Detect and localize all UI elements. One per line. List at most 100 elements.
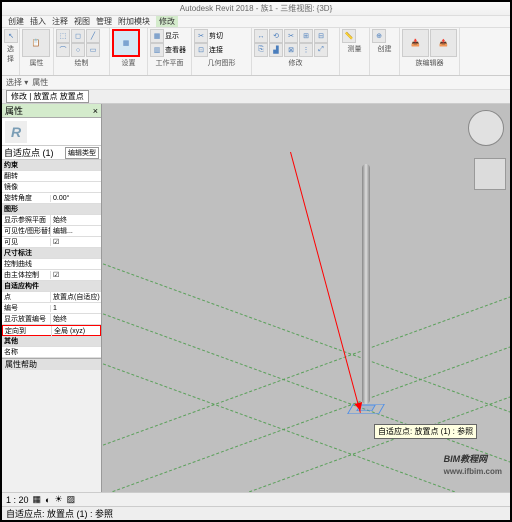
group-header[interactable]: 其他 <box>2 336 101 347</box>
array-icon[interactable]: ⋮ <box>299 43 313 57</box>
show-icon[interactable]: ▦ <box>150 29 164 43</box>
prop-name: 由主体控制 <box>2 270 50 280</box>
property-row[interactable]: 镜像 <box>2 182 101 193</box>
title-bar: Autodesk Revit 2018 - 族1 - 三维视图: {3D} <box>2 2 510 16</box>
property-help[interactable]: 属性帮助 <box>2 358 101 370</box>
properties-header: 属性× <box>2 104 101 118</box>
select-dropdown[interactable]: 选择 ▾ <box>6 77 28 88</box>
scale-display[interactable]: 1 : 20 <box>6 495 29 505</box>
close-icon[interactable]: × <box>93 106 98 116</box>
arc-icon[interactable]: ⌒ <box>56 43 70 57</box>
property-grid: 约束翻转镜像旋转角度0.00°图形显示参照平面始终可见性/图形替换编辑...可见… <box>2 160 101 358</box>
property-row[interactable]: 可见☑ <box>2 237 101 248</box>
circle-icon[interactable]: ○ <box>71 43 85 57</box>
prop-name: 旋转角度 <box>2 193 50 203</box>
type-preview: R <box>2 118 101 146</box>
scale-icon[interactable]: ⤢ <box>314 43 328 57</box>
create-icon[interactable]: ⊕ <box>372 29 386 43</box>
prop-name: 可见性/图形替换 <box>2 226 50 236</box>
set-workplane-button[interactable]: ▦ <box>112 29 140 57</box>
viewer-icon[interactable]: ▥ <box>150 43 164 57</box>
select-icon[interactable]: ↖ <box>4 29 18 43</box>
viewport-3d[interactable]: 自适应点: 放置点 (1) : 参照 BIM教程网www.ifbim.com <box>102 104 510 504</box>
property-row[interactable]: 名称 <box>2 347 101 358</box>
mirror-icon[interactable]: ▟ <box>269 43 283 57</box>
prop-name: 点 <box>2 292 50 302</box>
menu-view[interactable]: 视图 <box>74 16 90 27</box>
prop-value[interactable]: ☑ <box>50 271 101 279</box>
prop-name: 定向到 <box>3 326 51 336</box>
properties-panel: 属性× R 自适应点 (1)编辑类型 约束翻转镜像旋转角度0.00°图形显示参照… <box>2 104 102 504</box>
model-icon[interactable]: ⬚ <box>56 29 70 43</box>
line-icon[interactable]: ╱ <box>86 29 100 43</box>
prop-value[interactable]: 始终 <box>50 314 101 324</box>
column-element[interactable] <box>362 164 370 404</box>
group-header[interactable]: 约束 <box>2 160 101 171</box>
property-row[interactable]: 显示参照平面始终 <box>2 215 101 226</box>
ground-grid <box>102 104 510 504</box>
nav-wheel-icon[interactable] <box>468 110 504 146</box>
group-header[interactable]: 尺寸标注 <box>2 248 101 259</box>
property-row[interactable]: 显示放置编号始终 <box>2 314 101 325</box>
edit-type-button[interactable]: 编辑类型 <box>65 147 99 159</box>
split-icon[interactable]: ⊠ <box>284 43 298 57</box>
props-toggle[interactable]: 属性 <box>32 77 48 88</box>
menu-insert[interactable]: 插入 <box>30 16 46 27</box>
properties-icon[interactable]: 📋 <box>22 29 50 57</box>
group-header[interactable]: 自适应构件 <box>2 281 101 292</box>
shape-icon[interactable]: ◻ <box>71 29 85 43</box>
view-cube-icon[interactable] <box>474 158 506 190</box>
menu-manage[interactable]: 管理 <box>96 16 112 27</box>
align-icon[interactable]: ⊞ <box>299 29 313 43</box>
revit-r-icon: R <box>5 121 27 143</box>
prop-name: 可见 <box>2 237 50 247</box>
menu-annotate[interactable]: 注释 <box>52 16 68 27</box>
type-selector[interactable]: 自适应点 (1)编辑类型 <box>2 146 101 160</box>
rotate-icon[interactable]: ⟲ <box>269 29 283 43</box>
rect-icon[interactable]: ▭ <box>86 43 100 57</box>
property-row[interactable]: 旋转角度0.00° <box>2 193 101 204</box>
load-close-icon[interactable]: 📤 <box>430 29 457 57</box>
move-icon[interactable]: ↔ <box>254 29 268 43</box>
prop-name: 显示参照平面 <box>2 215 50 225</box>
prop-value[interactable]: 0.00° <box>50 195 101 202</box>
modify-context: 修改 | 放置点 放置点 <box>6 90 89 103</box>
property-row[interactable]: 可见性/图形替换编辑... <box>2 226 101 237</box>
join-icon[interactable]: ⊡ <box>194 43 208 57</box>
menu-bar: 创建 插入 注释 视图 管理 附加模块 修改 <box>2 16 510 28</box>
prop-value[interactable]: ☑ <box>50 238 101 246</box>
property-row[interactable]: 控制曲线 <box>2 259 101 270</box>
prop-value[interactable]: 编辑... <box>50 226 101 236</box>
menu-create[interactable]: 创建 <box>8 16 24 27</box>
options-bar: 选择 ▾ 属性 <box>2 76 510 90</box>
offset-icon[interactable]: ⊟ <box>314 29 328 43</box>
visual-style-icon[interactable]: ◐ <box>45 495 50 505</box>
prop-name: 翻转 <box>2 171 50 181</box>
shadow-icon[interactable]: ▨ <box>67 494 76 505</box>
prop-name: 镜像 <box>2 182 50 192</box>
prop-value[interactable]: 全局 (xyz) <box>51 326 100 336</box>
ribbon: ↖选择 📋属性 ⬚◻╱ ⌒○▭ 绘制 ▦ 设置 ▦显示 ▥查看器 工作平面 ✂剪… <box>2 28 510 76</box>
group-header[interactable]: 图形 <box>2 204 101 215</box>
measure-icon[interactable]: 📏 <box>342 29 356 43</box>
prop-value[interactable]: 放置点(自适应) <box>50 292 101 302</box>
property-row[interactable]: 翻转 <box>2 171 101 182</box>
trim-icon[interactable]: ✂ <box>284 29 298 43</box>
load-project-icon[interactable]: 📥 <box>402 29 429 57</box>
menu-addins[interactable]: 附加模块 <box>118 16 150 27</box>
prop-name: 显示放置编号 <box>2 314 50 324</box>
cut-icon[interactable]: ✂ <box>194 29 208 43</box>
cut-label: 剪切 <box>209 31 223 41</box>
sun-icon[interactable]: ☀ <box>54 494 62 505</box>
type-selector-bar: 修改 | 放置点 放置点 <box>2 90 510 104</box>
prop-value[interactable]: 1 <box>50 305 101 312</box>
status-bar: 自适应点: 放置点 (1) : 参照 <box>2 506 510 520</box>
menu-modify[interactable]: 修改 <box>156 16 178 27</box>
property-row[interactable]: 点放置点(自适应) <box>2 292 101 303</box>
property-row[interactable]: 定向到全局 (xyz) <box>2 325 101 336</box>
copy-icon[interactable]: ⎘ <box>254 43 268 57</box>
property-row[interactable]: 编号1 <box>2 303 101 314</box>
prop-value[interactable]: 始终 <box>50 215 101 225</box>
detail-icon[interactable]: ▦ <box>33 494 42 505</box>
property-row[interactable]: 由主体控制☑ <box>2 270 101 281</box>
